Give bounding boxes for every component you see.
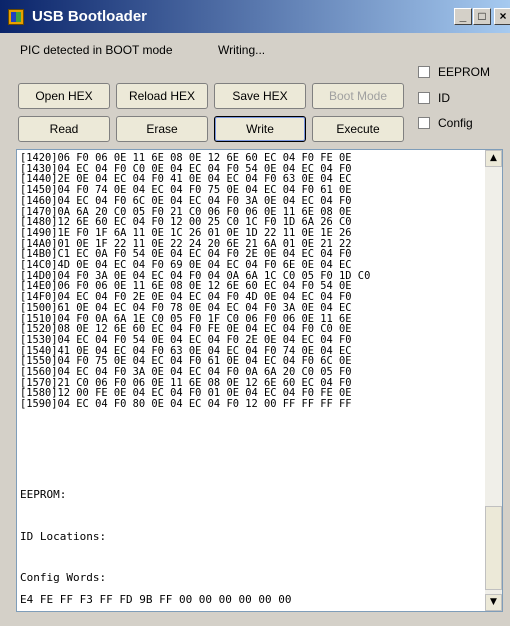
read-button[interactable]: Read	[18, 116, 110, 142]
operation-status-label: Writing...	[218, 43, 266, 57]
write-button[interactable]: Write	[214, 116, 306, 142]
config-words-heading: Config Words:	[20, 571, 107, 584]
id-checkbox[interactable]	[418, 92, 430, 104]
id-checkbox-label: ID	[438, 91, 450, 105]
bootloader-window: USB Bootloader _ □ × PIC detected in BOO…	[0, 0, 510, 626]
config-words-values: E4 FE FF F3 FF FD 9B FF 00 00 00 00 00 0…	[20, 593, 292, 606]
execute-button[interactable]: Execute	[312, 116, 404, 142]
config-checkbox[interactable]	[418, 117, 430, 129]
device-status-label: PIC detected in BOOT mode	[20, 43, 173, 57]
boot-mode-button[interactable]: Boot Mode	[312, 83, 404, 109]
vertical-scrollbar[interactable]: ▲ ▼	[485, 150, 502, 611]
eeprom-checkbox[interactable]	[418, 66, 430, 78]
close-button[interactable]: ×	[494, 8, 510, 25]
hex-line: [1500]61 0E 04 EC 04 F0 78 0E 04 EC 04 F…	[20, 301, 352, 314]
save-hex-button[interactable]: Save HEX	[214, 83, 306, 109]
id-locations-heading: ID Locations:	[20, 530, 107, 543]
scroll-up-icon[interactable]: ▲	[485, 150, 502, 167]
title-bar[interactable]: USB Bootloader _ □ ×	[0, 0, 510, 33]
scroll-down-icon[interactable]: ▼	[485, 594, 502, 611]
scroll-thumb[interactable]	[485, 506, 502, 590]
config-checkbox-label: Config	[438, 116, 473, 130]
window-title: USB Bootloader	[32, 8, 148, 25]
eeprom-checkbox-label: EEPROM	[438, 65, 491, 79]
reload-hex-button[interactable]: Reload HEX	[116, 83, 208, 109]
eeprom-section-heading: EEPROM:	[20, 488, 67, 501]
maximize-button[interactable]: □	[473, 8, 491, 25]
hex-line: [1590]04 EC 04 F0 80 0E 04 EC 04 F0 12 0…	[20, 398, 352, 411]
open-hex-button[interactable]: Open HEX	[18, 83, 110, 109]
minimize-button[interactable]: _	[454, 8, 472, 25]
hex-output-textarea[interactable]: [1420]06 F0 06 0E 11 6E 08 0E 12 6E 60 E…	[16, 149, 503, 612]
hex-dump: [1420]06 F0 06 0E 11 6E 08 0E 12 6E 60 E…	[20, 153, 478, 410]
hex-line: [1460]04 EC 04 F0 6C 0E 04 EC 04 F0 3A 0…	[20, 194, 352, 207]
erase-button[interactable]: Erase	[116, 116, 208, 142]
app-icon	[8, 9, 24, 25]
